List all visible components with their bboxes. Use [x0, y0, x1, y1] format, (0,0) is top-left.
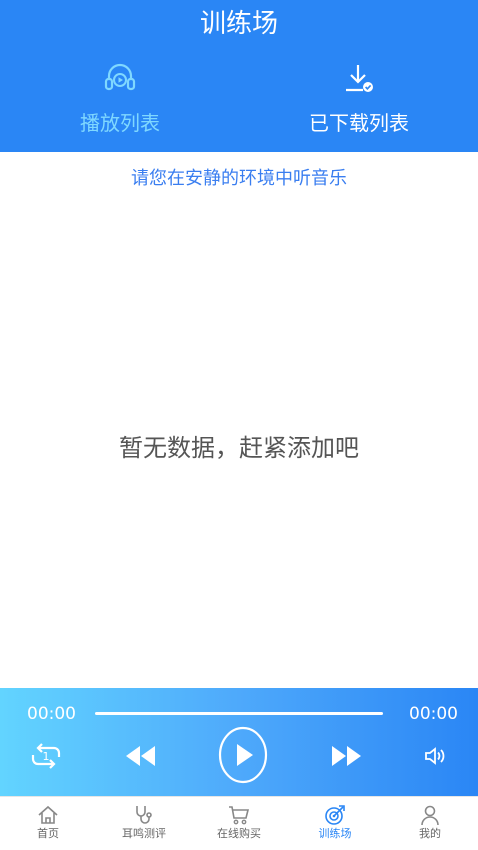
page-title: 训练场 [199, 9, 278, 39]
nav-item-home-label: 首页 [37, 827, 59, 840]
tab-downloaded-list[interactable]: 已下载列表 [259, 60, 459, 144]
stethoscope-icon [133, 804, 155, 826]
current-time: 00:00 [27, 704, 76, 724]
tab-play-list[interactable]: 播放列表 [20, 60, 220, 144]
target-icon [324, 804, 346, 826]
nav-item-mine-label: 我的 [419, 827, 441, 840]
repeat-one-button[interactable]: 1 [30, 742, 62, 770]
play-button[interactable] [218, 726, 268, 784]
tab-play-list-label: 播放列表 [80, 111, 160, 135]
nav-item-online-purchase-label: 在线购买 [217, 827, 261, 840]
nav-item-mine[interactable]: 我的 [382, 797, 478, 850]
headphones-play-icon [102, 60, 138, 96]
music-player: 00:00 00:00 1 [0, 688, 478, 796]
nav-item-tinnitus-test[interactable]: 耳鸣测评 [96, 797, 192, 850]
nav-item-home[interactable]: 首页 [0, 797, 96, 850]
download-check-icon [341, 60, 377, 96]
header: 训练场 播放列表 已下载列表 [0, 0, 478, 152]
home-icon [37, 804, 59, 826]
fast-forward-icon [332, 746, 361, 766]
nav-item-training-ground-label: 训练场 [318, 827, 352, 840]
repeat-one-icon: 1 [31, 743, 61, 769]
user-icon [419, 804, 441, 826]
nav-item-tinnitus-test-label: 耳鸣测评 [122, 827, 166, 840]
progress-bar[interactable] [95, 712, 383, 715]
nav-item-training-ground[interactable]: 训练场 [287, 797, 383, 850]
empty-state-text: 暂无数据，赶紧添加吧 [119, 434, 359, 462]
quiet-environment-hint: 请您在安静的环境中听音乐 [131, 168, 347, 189]
bottom-nav: 首页 耳鸣测评 在线购买 训练场 我的 [0, 796, 478, 850]
fast-forward-button[interactable] [329, 744, 363, 768]
rewind-icon [126, 746, 155, 766]
repeat-one-badge: 1 [43, 750, 50, 763]
volume-icon [425, 747, 445, 765]
nav-item-online-purchase[interactable]: 在线购买 [191, 797, 287, 850]
volume-button[interactable] [424, 745, 446, 767]
tab-downloaded-list-label: 已下载列表 [309, 111, 409, 135]
play-icon [218, 726, 268, 784]
rewind-button[interactable] [124, 744, 158, 768]
cart-icon [228, 804, 250, 826]
total-time: 00:00 [409, 704, 458, 724]
